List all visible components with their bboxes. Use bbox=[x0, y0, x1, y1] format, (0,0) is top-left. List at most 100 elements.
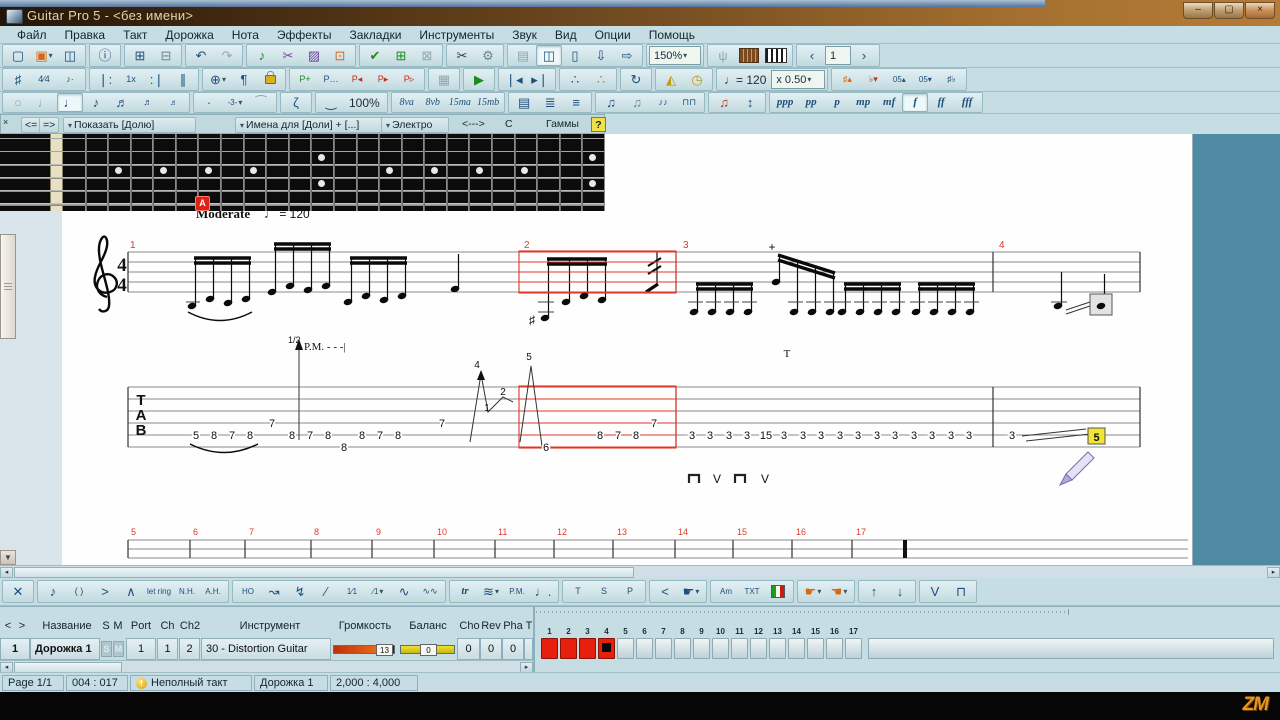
slide-shift-button[interactable]: ∕1▾ bbox=[365, 581, 391, 602]
strum-up-hand-button[interactable]: ☚▾ bbox=[826, 581, 852, 602]
dynamic-pp-button[interactable]: pp bbox=[798, 93, 824, 112]
prev-page-button[interactable]: ‹ bbox=[799, 45, 825, 66]
measure-cell-11[interactable] bbox=[731, 638, 748, 659]
fretboard-names-select[interactable]: ▾ Имена для [Доли] + [...] bbox=[235, 117, 383, 133]
dynamic-fff-button[interactable]: fff bbox=[954, 93, 980, 112]
fretboard-scales-button[interactable]: Гаммы bbox=[546, 117, 579, 131]
half-note-button[interactable]: ♩ bbox=[31, 93, 57, 112]
fade-in-button[interactable]: < bbox=[652, 581, 678, 602]
menu-правка[interactable]: Правка bbox=[56, 28, 115, 42]
marker-prev-button[interactable]: P◂ bbox=[344, 69, 370, 90]
coda-button[interactable]: ⊕▾ bbox=[205, 69, 231, 90]
tremolo-picking-button-dropdown[interactable]: ▾ bbox=[495, 588, 499, 596]
measure-cell-14[interactable] bbox=[788, 638, 805, 659]
alternate-ending-button[interactable]: 1x bbox=[118, 69, 144, 90]
track-index[interactable]: 1 bbox=[0, 638, 30, 660]
shift-up-button[interactable]: ↑ bbox=[861, 581, 887, 602]
fretboard-view-button[interactable] bbox=[736, 45, 762, 66]
track-phaser[interactable]: 0 bbox=[502, 638, 524, 660]
octave-8vb-button[interactable]: 8vb bbox=[420, 93, 446, 112]
measure-cell-7[interactable] bbox=[655, 638, 672, 659]
double-bar-button[interactable]: ∥ bbox=[170, 69, 196, 90]
cut-beat-button[interactable]: ✂ bbox=[275, 45, 301, 66]
transpose-sharp-up-button[interactable]: ♯▴ bbox=[834, 69, 860, 90]
dynamic-mf-button[interactable]: mf bbox=[876, 93, 902, 112]
speed-trainer-button[interactable]: ∴ bbox=[562, 69, 588, 90]
measure-cell-16[interactable] bbox=[826, 638, 843, 659]
section-marker-button[interactable] bbox=[765, 581, 791, 602]
play-button[interactable]: ▶ bbox=[466, 69, 492, 90]
zoom-select[interactable]: 150%▾ bbox=[649, 46, 701, 65]
tapping-effect-button[interactable]: ↯ bbox=[287, 581, 313, 602]
vertical-scroll-thumb[interactable] bbox=[0, 234, 16, 339]
menu-вид[interactable]: Вид bbox=[546, 28, 586, 42]
menu-эффекты[interactable]: Эффекты bbox=[268, 28, 341, 42]
balance-slider[interactable]: 0 bbox=[400, 645, 455, 654]
track-instrument[interactable]: 30 - Distortion Guitar bbox=[201, 638, 331, 660]
menu-опции[interactable]: Опции bbox=[586, 28, 640, 42]
countdown-button[interactable]: ◷ bbox=[684, 69, 710, 90]
insert-beat-button[interactable]: ♪ bbox=[249, 45, 275, 66]
track-prev-button[interactable]: < bbox=[2, 617, 14, 635]
scroll-right-button[interactable]: ▸ bbox=[1267, 567, 1280, 578]
marker-goto-button[interactable]: P▸ bbox=[370, 69, 396, 90]
scroll-left-button[interactable]: ◂ bbox=[0, 567, 13, 578]
minimize-button[interactable]: – bbox=[1183, 2, 1213, 19]
staff-sparse-button[interactable]: ≡ bbox=[563, 93, 589, 112]
volume-slider[interactable]: 13 bbox=[333, 645, 395, 654]
info-button[interactable]: ⓘ bbox=[92, 45, 118, 66]
track-channel2[interactable]: 2 bbox=[179, 638, 200, 660]
horizontal-scroll-thumb[interactable] bbox=[14, 567, 634, 578]
first-measure-button[interactable]: ❘◂ bbox=[501, 69, 527, 90]
sixteenth-note-button[interactable]: ♬ bbox=[109, 93, 135, 112]
repeat-close-button[interactable]: :❘ bbox=[144, 69, 170, 90]
measure-cell-5[interactable] bbox=[617, 638, 634, 659]
menu-помощь[interactable]: Помощь bbox=[640, 28, 704, 42]
slur-button[interactable]: ‿ bbox=[318, 93, 344, 112]
wide-vibrato-button[interactable]: ∿∿ bbox=[417, 581, 443, 602]
menu-файл[interactable]: Файл bbox=[8, 28, 56, 42]
text-insert-button[interactable]: TXT bbox=[739, 581, 765, 602]
dotted-note-button[interactable]: · bbox=[196, 93, 222, 112]
midi-capture-button[interactable]: ▦ bbox=[431, 69, 457, 90]
delete-measure-button[interactable]: ⊠ bbox=[414, 45, 440, 66]
let-ring-button[interactable]: let ring bbox=[144, 581, 174, 602]
tempo-multiplier-select[interactable]: x 0.50▾ bbox=[771, 70, 825, 89]
hammer-on-button[interactable]: HO bbox=[235, 581, 261, 602]
beam-split-button[interactable]: ♪♪ bbox=[650, 93, 676, 112]
sixty-fourth-note-button[interactable]: ♬ bbox=[161, 93, 187, 112]
fretboard-close-button[interactable]: × bbox=[3, 115, 8, 129]
strum-down-hand-button-dropdown[interactable]: ▾ bbox=[817, 588, 821, 596]
beam-auto-button[interactable]: ♫ bbox=[598, 93, 624, 112]
popping-button[interactable]: P bbox=[617, 581, 643, 602]
tempo-multiplier-select-dropdown[interactable]: ▾ bbox=[807, 75, 811, 84]
strum-up-hand-button-dropdown[interactable]: ▾ bbox=[843, 588, 847, 596]
track-reverb[interactable]: 0 bbox=[480, 638, 502, 660]
menu-закладки[interactable]: Закладки bbox=[340, 28, 410, 42]
measure-cell-15[interactable] bbox=[807, 638, 824, 659]
lock-button[interactable] bbox=[257, 69, 283, 90]
chord-diagram-button[interactable]: Am bbox=[713, 581, 739, 602]
measure-cell-6[interactable] bbox=[636, 638, 653, 659]
menu-такт[interactable]: Такт bbox=[114, 28, 156, 42]
next-page-button[interactable]: › bbox=[851, 45, 877, 66]
slide-legato-button[interactable]: 1∕1 bbox=[339, 581, 365, 602]
scroll-down-button[interactable]: ▼ bbox=[0, 550, 16, 565]
paste-beat-button[interactable]: ⊡ bbox=[327, 45, 353, 66]
menu-инструменты[interactable]: Инструменты bbox=[410, 28, 503, 42]
brush-button-dropdown[interactable]: ▾ bbox=[695, 588, 699, 596]
note-map-button[interactable]: ♪· bbox=[57, 69, 83, 90]
staccato-button[interactable]: ♩. bbox=[530, 581, 556, 602]
measure-cell-1[interactable] bbox=[541, 638, 558, 659]
brush-button[interactable]: ☛▾ bbox=[678, 581, 704, 602]
menu-звук[interactable]: Звук bbox=[503, 28, 546, 42]
rest-button[interactable]: ζ bbox=[283, 93, 309, 112]
keyboard-view-button[interactable] bbox=[762, 45, 790, 66]
artificial-harmonic-button[interactable]: A.H. bbox=[200, 581, 226, 602]
settings-button[interactable]: ⚙ bbox=[475, 45, 501, 66]
tie-button[interactable]: ⁀ bbox=[248, 93, 274, 112]
print-button[interactable]: ⊟ bbox=[153, 45, 179, 66]
vibrato-button[interactable]: ∿ bbox=[391, 581, 417, 602]
measure-cell-10[interactable] bbox=[712, 638, 729, 659]
quarter-note-button[interactable]: ♩ bbox=[57, 93, 83, 112]
